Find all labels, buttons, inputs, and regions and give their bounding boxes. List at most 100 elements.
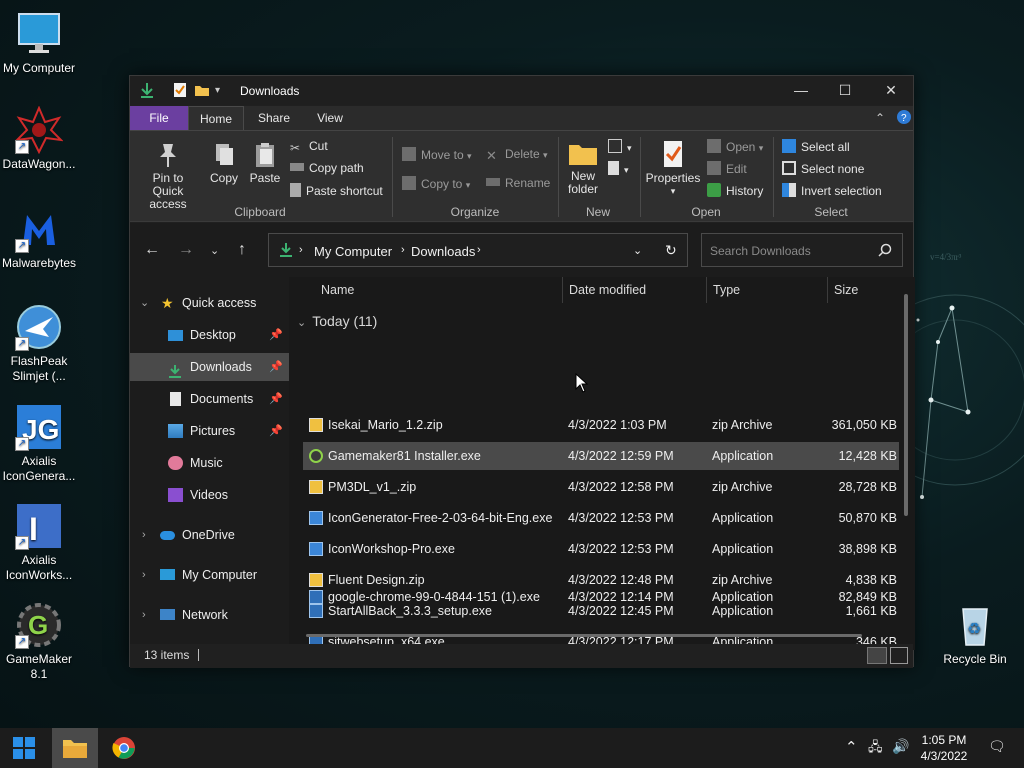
breadcrumb-separator-icon[interactable]: › [477, 244, 481, 256]
sidebar-item-desktop[interactable]: Desktop 📌 [130, 321, 289, 349]
pin-icon[interactable]: 📌 [269, 321, 283, 349]
taskbar-chrome[interactable] [102, 728, 146, 768]
large-icons-view-icon[interactable] [890, 647, 908, 664]
history-button[interactable]: History [707, 183, 763, 198]
table-row[interactable]: Isekai_Mario_1.2.zip 4/3/2022 1:03 PM zi… [303, 411, 899, 439]
tab-file[interactable]: File [130, 106, 188, 130]
sidebar-item-network[interactable]: › Network [130, 601, 289, 629]
breadcrumb-separator-icon[interactable]: › [401, 244, 405, 256]
desktop-icon-malwarebytes[interactable]: ↗ Malwarebytes [0, 205, 78, 271]
select-none-button[interactable]: Select none [782, 161, 864, 176]
pin-icon[interactable]: 📌 [269, 353, 283, 381]
network-icon[interactable]: 🖧 [868, 738, 883, 760]
vertical-scrollbar[interactable] [904, 294, 908, 516]
properties-checklist-icon[interactable] [172, 82, 188, 98]
new-folder-button[interactable]: New folder [562, 139, 604, 196]
desktop-icon-my-computer[interactable]: My Computer [0, 10, 78, 76]
volume-icon[interactable]: 🔊 [892, 738, 909, 755]
search-icon[interactable] [878, 243, 892, 260]
close-button[interactable]: ✕ [868, 76, 914, 105]
sidebar-item-my-computer[interactable]: › My Computer [130, 561, 289, 589]
pin-icon[interactable]: 📌 [269, 417, 283, 445]
recent-locations-chevron-icon[interactable]: ⌄ [210, 244, 219, 257]
chevron-right-icon[interactable]: › [142, 601, 146, 629]
column-header-type[interactable]: Type [713, 277, 740, 303]
rename-button[interactable]: Rename [486, 176, 550, 190]
sidebar-item-quick-access[interactable]: ⌄ ★ Quick access [130, 289, 289, 317]
maximize-button[interactable]: ☐ [822, 76, 868, 105]
cut-button[interactable]: ✂ Cut [290, 139, 328, 155]
edit-button[interactable]: Edit [707, 161, 747, 176]
sidebar-item-videos[interactable]: Videos [130, 481, 289, 509]
table-row[interactable]: Gamemaker81 Installer.exe 4/3/2022 12:59… [303, 442, 899, 470]
desktop-icon-slimjet[interactable]: ↗ FlashPeak Slimjet (... [0, 303, 78, 384]
sidebar-item-music[interactable]: Music [130, 449, 289, 477]
properties-button[interactable]: Properties ▾ [644, 139, 702, 198]
search-box[interactable]: Search Downloads [701, 233, 903, 267]
copy-to-button[interactable]: Copy to ▾ [402, 176, 470, 191]
new-folder-quick-icon[interactable] [194, 82, 210, 98]
invert-selection-button[interactable]: Invert selection [782, 183, 882, 198]
horizontal-scrollbar[interactable] [306, 634, 862, 637]
address-bar[interactable]: › My Computer › Downloads › ⌄ ↻ [268, 233, 688, 267]
up-arrow-icon[interactable]: ↑ [238, 241, 246, 259]
desktop-icon-icongenerator[interactable]: JG ↗ Axialis IconGenera... [0, 403, 78, 484]
sidebar-item-onedrive[interactable]: › OneDrive [130, 521, 289, 549]
sidebar-item-documents[interactable]: Documents 📌 [130, 385, 289, 413]
move-to-button[interactable]: Move to ▾ [402, 147, 472, 162]
column-divider[interactable] [562, 277, 563, 303]
column-header-name[interactable]: Name [321, 277, 354, 303]
back-arrow-icon[interactable]: ← [144, 241, 160, 259]
sidebar-item-downloads[interactable]: Downloads 📌 [130, 353, 289, 381]
table-row[interactable]: google-chrome-99-0-4844-151 (1).exe 4/3/… [303, 583, 899, 611]
breadcrumb-my-computer[interactable]: My Computer [314, 244, 392, 259]
column-header-date[interactable]: Date modified [569, 277, 646, 303]
tab-home[interactable]: Home [188, 106, 244, 130]
open-button[interactable]: Open ▾ [707, 139, 763, 154]
forward-arrow-icon[interactable]: → [178, 241, 194, 259]
tab-view[interactable]: View [304, 106, 356, 130]
delete-button[interactable]: ✕ Delete ▾ [486, 147, 548, 163]
breadcrumb-downloads[interactable]: Downloads [411, 244, 475, 259]
tab-share[interactable]: Share [248, 106, 300, 130]
table-row[interactable]: IconWorkshop-Pro.exe 4/3/2022 12:53 PM A… [303, 535, 899, 563]
select-all-button[interactable]: Select all [782, 139, 850, 154]
details-view-icon[interactable] [867, 647, 887, 664]
notifications-icon[interactable]: 🗨 [988, 738, 1006, 755]
desktop-icon-iconworkshop[interactable]: I ↗ Axialis IconWorks... [0, 502, 78, 583]
paste-shortcut-button[interactable]: Paste shortcut [290, 183, 383, 198]
taskbar-file-explorer[interactable] [52, 728, 98, 768]
copy-path-button[interactable]: Copy path [290, 161, 364, 175]
show-hidden-icons-chevron-icon[interactable]: ⌃ [845, 738, 858, 756]
group-header-today[interactable]: ⌄ Today (11) [297, 313, 377, 329]
pin-icon[interactable]: 📌 [269, 385, 283, 413]
table-row[interactable]: IconGenerator-Free-2-03-64-bit-Eng.exe 4… [303, 504, 899, 532]
start-button[interactable] [0, 728, 48, 768]
desktop-icon-gamemaker[interactable]: G ↗ GameMaker 8.1 [0, 601, 78, 682]
breadcrumb-separator-icon[interactable]: › [299, 244, 303, 256]
new-item-button[interactable]: ▾ [608, 139, 632, 154]
title-bar[interactable]: ▾ Downloads — ☐ ✕ [130, 76, 913, 105]
collapse-ribbon-icon[interactable]: ⌃ [870, 106, 890, 130]
pin-to-quick-access-button[interactable]: Pin to Quick access [136, 141, 200, 211]
column-divider[interactable] [706, 277, 707, 303]
column-divider[interactable] [827, 277, 828, 303]
chevron-down-icon[interactable]: ⌄ [140, 289, 149, 317]
column-header-size[interactable]: Size [834, 277, 858, 303]
desktop-icon-recycle-bin[interactable]: ♻ Recycle Bin [936, 601, 1014, 667]
customize-quick-access-icon[interactable]: ▾ [215, 85, 231, 101]
help-icon[interactable]: ? [894, 106, 914, 130]
easy-access-button[interactable]: ▾ [608, 161, 629, 176]
taskbar-clock[interactable]: 1:05 PM 4/3/2022 [912, 732, 976, 764]
search-input[interactable]: Search Downloads [710, 244, 811, 258]
paste-button[interactable]: Paste [246, 141, 284, 185]
table-row[interactable]: PM3DL_v1_.zip 4/3/2022 12:58 PM zip Arch… [303, 473, 899, 501]
desktop-icon-datawagon[interactable]: ↗ DataWagon... [0, 105, 78, 172]
chevron-right-icon[interactable]: › [142, 561, 146, 589]
sidebar-item-pictures[interactable]: Pictures 📌 [130, 417, 289, 445]
minimize-button[interactable]: — [778, 76, 824, 105]
refresh-icon[interactable]: ↻ [665, 242, 677, 259]
address-history-chevron-icon[interactable]: ⌄ [633, 244, 642, 257]
copy-button[interactable]: Copy [206, 141, 242, 185]
chevron-right-icon[interactable]: › [142, 521, 146, 549]
